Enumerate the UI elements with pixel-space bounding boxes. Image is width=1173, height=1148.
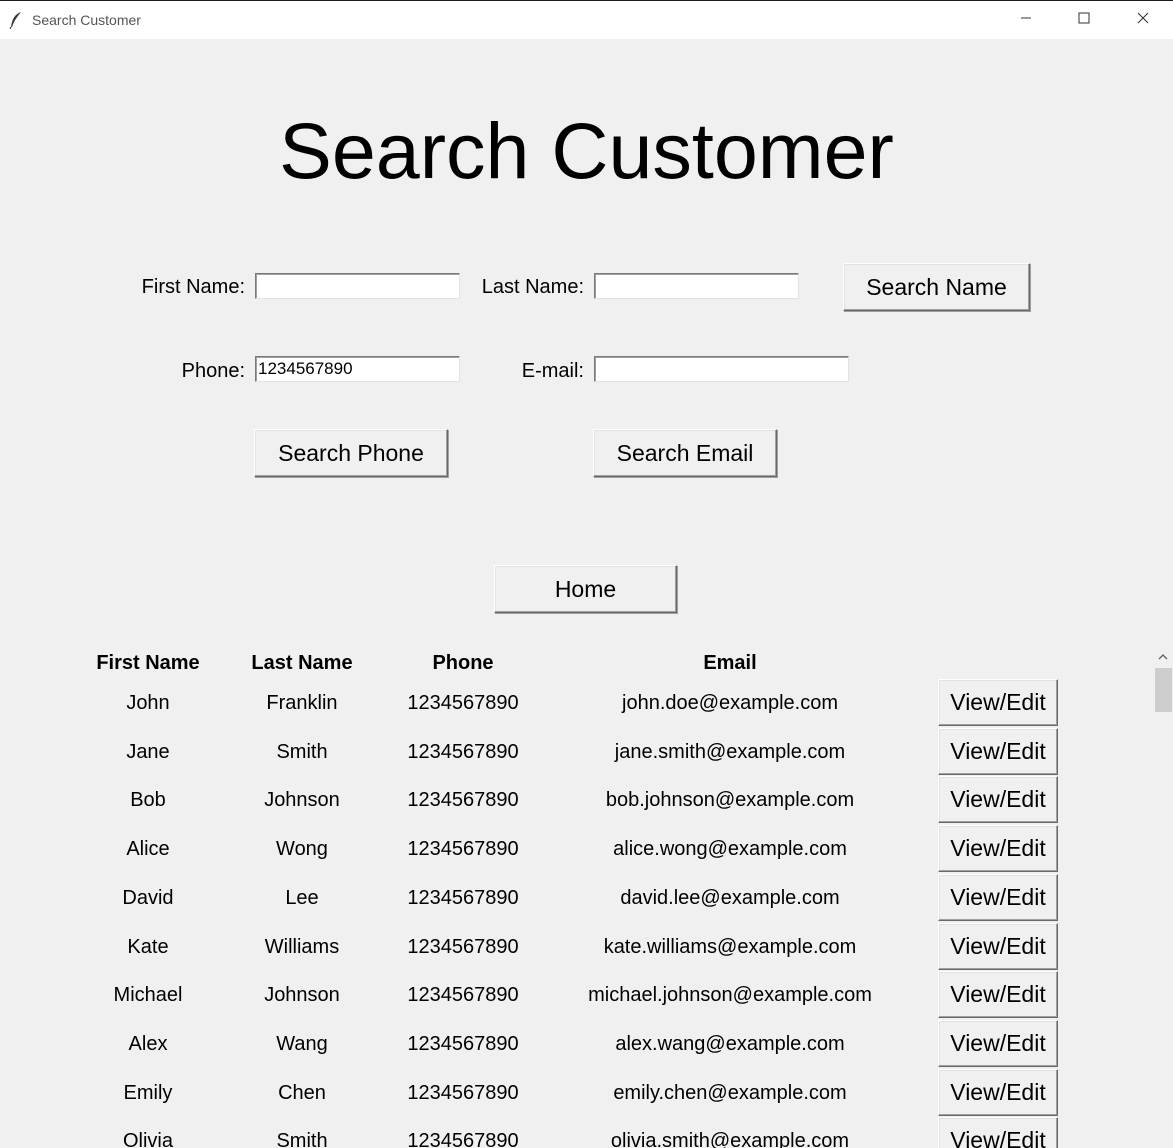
search-name-button[interactable]: Search Name [843,263,1030,311]
cell-email: alice.wong@example.com [613,838,847,861]
cell-first-name: Bob [130,789,166,812]
minimize-icon [1020,11,1032,29]
cell-phone: 1234567890 [407,692,519,714]
first-name-input[interactable] [255,273,460,299]
view-edit-button[interactable]: View/Edit [938,873,1058,921]
close-icon [1137,11,1149,29]
scrollbar[interactable] [1153,646,1173,1148]
window-title: Search Customer [32,12,141,28]
cell-last-name: Lee [285,886,319,909]
cell-email: bob.johnson@example.com [605,789,855,812]
table-row: John Franklin 1234567890 john.doe@example.c… [0,679,1150,728]
cell-first-name: Michael [113,984,183,1007]
cell-phone: 1234567890 [407,1032,519,1055]
table-row: David Lee 1234567890 david.lee@example.com V… [0,873,1150,923]
minimize-button[interactable] [997,1,1055,39]
cell-phone: 1234567890 [407,740,519,763]
chevron-up-icon [1158,647,1168,665]
cell-email: david.lee@example.com [620,886,840,909]
cell-phone: 1234567890 [407,789,519,812]
view-edit-button[interactable]: View/Edit [938,776,1058,824]
view-edit-button[interactable]: View/Edit [938,825,1058,873]
cell-last-name: Wong [276,838,328,861]
cell-email: john.doe@example.com [622,692,838,714]
home-button[interactable]: Home [494,565,677,613]
search-email-button[interactable]: Search Email [593,429,777,477]
table-row: Bob Johnson 1234567890 bob.johnson@example.… [0,776,1150,825]
view-edit-button[interactable]: View/Edit [938,1068,1058,1116]
cell-phone: 1234567890 [407,1081,519,1104]
cell-phone: 1234567890 [407,984,519,1007]
maximize-button[interactable] [1055,1,1113,39]
feather-icon [9,11,23,30]
cell-first-name: Jane [126,740,170,763]
maximize-icon [1078,11,1090,29]
cell-last-name: Franklin [266,692,338,714]
cell-phone: 1234567890 [407,935,519,958]
search-phone-button[interactable]: Search Phone [254,429,448,477]
cell-last-name: Smith [276,1130,328,1148]
header-phone: Phone [432,652,494,674]
phone-input[interactable]: 1234567890 [255,356,460,382]
table-row: Olivia Smith 1234567890 olivia.smith@exampl… [0,1117,1150,1148]
cell-phone: 1234567890 [407,1130,519,1148]
cell-first-name: David [122,886,174,909]
cell-last-name: Williams [264,935,340,958]
table-row: Alice Wong 1234567890 alice.wong@example.co… [0,825,1150,874]
header-first-name: First Name [96,652,200,674]
header-last-name: Last Name [251,652,353,674]
view-edit-button[interactable]: View/Edit [938,727,1058,775]
cell-first-name: Alex [128,1032,168,1055]
cell-email: jane.smith@example.com [614,740,846,763]
table-row: Emily Chen 1234567890 emily.chen@example.co… [0,1068,1150,1118]
view-edit-button[interactable]: View/Edit [938,1019,1058,1067]
close-button[interactable] [1114,1,1172,39]
first-name-label: First Name: [141,276,245,298]
view-edit-button[interactable]: View/Edit [938,971,1058,1019]
view-edit-button[interactable]: View/Edit [938,679,1058,726]
email-label: E-mail: [521,360,584,382]
cell-first-name: Emily [123,1081,173,1104]
cell-last-name: Smith [276,740,328,763]
cell-email: kate.williams@example.com [603,935,857,958]
table-row: Kate Williams 1234567890 kate.williams@exam… [0,922,1150,972]
cell-email: emily.chen@example.com [613,1081,847,1104]
table-row: Alex Wang 1234567890 alex.wang@example.com V… [0,1019,1150,1069]
title-bar: Search Customer [0,0,1173,39]
cell-first-name: John [126,692,170,714]
view-edit-button[interactable]: View/Edit [938,1117,1058,1148]
view-edit-button[interactable]: View/Edit [938,922,1058,970]
cell-last-name: Wang [276,1032,328,1055]
last-name-label: Last Name: [481,276,584,298]
scroll-thumb[interactable] [1155,668,1172,712]
last-name-input[interactable] [594,273,799,299]
cell-phone: 1234567890 [407,838,519,861]
cell-email: alex.wang@example.com [615,1032,845,1055]
cell-email: olivia.smith@example.com [610,1130,850,1148]
table-row: Jane Smith 1234567890 jane.smith@example.co… [0,727,1150,777]
cell-first-name: Alice [126,838,170,861]
results-table: First Name Last Name Phone Email John Fra… [0,640,1150,1148]
cell-phone: 1234567890 [407,886,519,909]
header-email: Email [703,652,757,674]
cell-first-name: Kate [127,935,169,958]
cell-email: michael.johnson@example.com [588,984,872,1007]
email-input[interactable] [594,356,849,382]
table-row: Michael Johnson 1234567890 michael.johnson@… [0,971,1150,1020]
cell-last-name: Johnson [264,984,340,1007]
scroll-up-button[interactable] [1153,646,1173,666]
phone-label: Phone: [181,360,245,382]
page-title: Search Customer [279,106,894,195]
cell-first-name: Olivia [122,1130,173,1148]
cell-last-name: Johnson [264,789,340,812]
cell-last-name: Chen [278,1081,326,1104]
